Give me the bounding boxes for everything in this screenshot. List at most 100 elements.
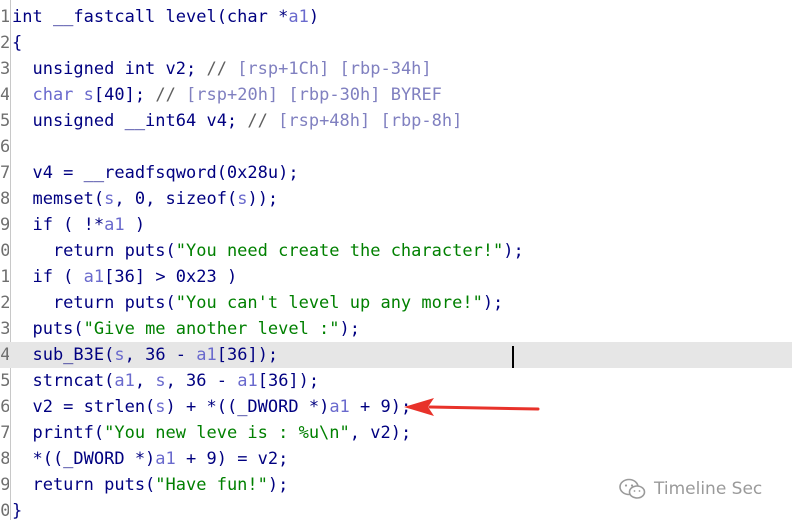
line-number-text: 19 [0,475,9,495]
code-line[interactable]: 15 strncat(a1, s, 36 - a1[36]); [0,368,792,394]
code-line[interactable]: 17 printf("You new leve is : %u\n", v2); [0,420,792,446]
code-line[interactable]: 10 return puts("You need create the char… [0,238,792,264]
line-number: 17 [0,420,9,446]
code-token: s [114,345,125,365]
code-token: ) [308,7,320,27]
code-text: strncat(a1, s, 36 - a1[36]); [12,368,319,394]
code-line[interactable]: 12 return puts("You can't level up any m… [0,290,792,316]
code-token: s [237,189,248,209]
code-text: { [12,30,22,56]
code-text: return puts("You can't level up any more… [12,290,503,316]
code-text: int __fastcall level(char *a1) [12,4,319,30]
line-number: 7 [0,160,9,186]
code-token: ); [339,319,361,339]
code-token: char [12,85,84,105]
code-text: char s[40]; // [rsp+20h] [rbp-30h] BYREF [12,82,441,108]
code-line[interactable]: 2{ [0,30,792,56]
code-token: ) + *((_DWORD *) [165,397,330,417]
code-text: return puts("You need create the charact… [12,238,524,264]
line-number: 9 [0,212,9,238]
code-token: s [104,189,115,209]
code-line[interactable]: 6 [0,134,792,160]
line-number: 4 [0,82,9,108]
code-token: if ( !* [12,215,105,235]
code-text: *((_DWORD *)a1 + 9) = v2; [12,446,288,472]
code-token: a1 [196,345,217,365]
line-number-text: 4 [0,85,9,105]
code-token: "You new leve is : %u\n" [104,423,350,443]
line-number: 3 [0,56,9,82]
code-line[interactable]: 16 v2 = strlen(s) + *((_DWORD *)a1 + 9); [0,394,792,420]
code-token: ) [124,215,146,235]
line-number-text: 8 [0,189,9,209]
code-line[interactable]: 13 puts("Give me another level :"); [0,316,792,342]
code-token: // [247,111,279,131]
code-line[interactable]: 3 unsigned int v2; // [rsp+1Ch] [rbp-34h… [0,56,792,82]
code-token: "You need create the character!" [175,241,504,261]
line-number-text: 12 [0,293,9,313]
code-token: return puts( [12,475,156,495]
code-text: puts("Give me another level :"); [12,316,360,342]
line-number: 6 [0,134,9,160]
line-number: 19 [0,472,9,498]
line-number-text: 7 [0,163,9,183]
code-token: ); [267,475,289,495]
line-number-text: 20 [0,501,9,521]
line-number: 16 [0,394,9,420]
line-number-text: 9 [0,215,9,235]
code-token: a1 [329,397,350,417]
line-number: 5 [0,108,9,134]
watermark-text: Timeline Sec [654,479,763,499]
line-number: 15 [0,368,9,394]
line-number-text: 15 [0,371,9,391]
code-token: , 0, sizeof( [114,189,238,209]
code-token: + 9) = v2; [175,449,289,469]
code-text: unsigned int v2; // [rsp+1Ch] [rbp-34h] [12,56,431,82]
code-line[interactable]: 18 *((_DWORD *)a1 + 9) = v2; [0,446,792,472]
code-token: a1 [83,267,105,287]
watermark: Timeline Sec [618,476,762,502]
line-number-text: 1 [0,7,9,27]
line-number: 2 [0,30,9,56]
code-token: a1 [155,449,176,469]
code-text: if ( !*a1 ) [12,212,145,238]
line-number-text: 14 [0,345,9,365]
code-token: a1 [237,371,258,391]
code-token: [36]); [257,371,320,391]
code-line-highlighted[interactable]: 14 sub_B3E(s, 36 - a1[36]); [0,342,792,368]
code-token: unsigned __int64 v4; [12,111,248,131]
code-token: [rsp+48h] [rbp-8h] [278,111,463,131]
code-line[interactable]: 11 if ( a1[36] > 0x23 ) [0,264,792,290]
code-token: s [155,397,166,417]
code-line[interactable]: 4 char s[40]; // [rsp+20h] [rbp-30h] BYR… [0,82,792,108]
code-token: v2 = strlen( [12,397,156,417]
red-arrow-annotation [404,398,540,416]
code-token: a1 [114,371,135,391]
code-token: a1 [288,7,309,27]
line-number: 8 [0,186,9,212]
line-number-text: 6 [0,137,9,157]
code-token: , [134,371,156,391]
code-line[interactable]: 8 memset(s, 0, sizeof(s)); [0,186,792,212]
code-token: puts( [12,319,84,339]
code-text: sub_B3E(s, 36 - a1[36]); [12,342,278,368]
text-caret [512,346,514,368]
code-token: s [155,371,166,391]
pseudocode-editor[interactable]: 1 int __fastcall level(char *a1) 2{3 unsig… [0,0,792,521]
code-token: v4 = __readfsqword(0x28u); [12,163,299,183]
line-number-text: 13 [0,319,9,339]
code-token: s [83,85,94,105]
code-token: a1 [104,215,125,235]
code-text: printf("You new leve is : %u\n", v2); [12,420,411,446]
code-line[interactable]: 9 if ( !*a1 ) [0,212,792,238]
code-line[interactable]: 1 int __fastcall level(char *a1) [0,4,792,30]
code-token: memset( [12,189,105,209]
line-number: 20 [0,498,9,524]
code-line[interactable]: 7 v4 = __readfsqword(0x28u); [0,160,792,186]
code-text: if ( a1[36] > 0x23 ) [12,264,237,290]
code-line[interactable]: 5 unsigned __int64 v4; // [rsp+48h] [rbp… [0,108,792,134]
code-token: ); [482,293,504,313]
code-token: , v2); [349,423,412,443]
line-number-text: 3 [0,59,9,79]
line-number: 10 [0,238,9,264]
